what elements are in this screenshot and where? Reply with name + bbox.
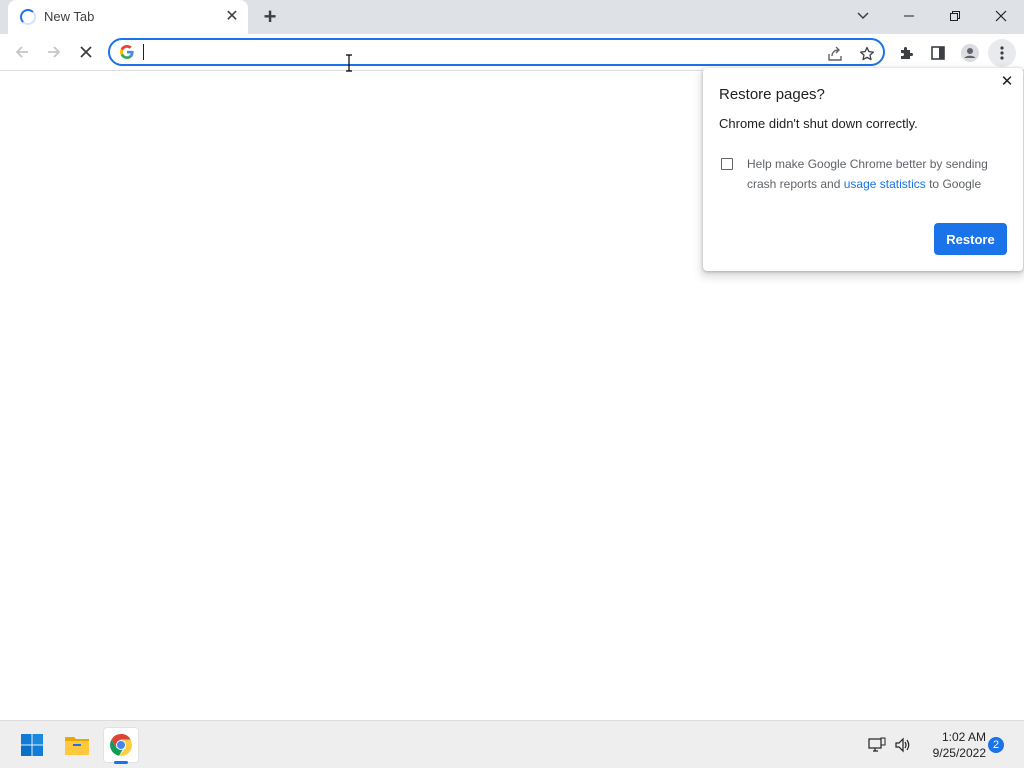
chevron-down-icon [857, 12, 869, 20]
notification-badge[interactable]: 2 [988, 737, 1004, 753]
file-explorer-button[interactable] [59, 727, 95, 763]
stop-loading-button[interactable] [72, 38, 100, 66]
forward-arrow-icon [48, 46, 61, 58]
checkbox-label-suffix: to Google [925, 177, 982, 191]
star-icon [859, 46, 875, 61]
restore-pages-dialog: ✕ Restore pages? Chrome didn't shut down… [703, 68, 1023, 271]
running-indicator [114, 761, 128, 764]
share-button[interactable] [825, 44, 845, 64]
chrome-icon [110, 734, 132, 756]
close-window-button[interactable] [978, 0, 1024, 32]
dialog-title: Restore pages? [719, 86, 825, 103]
network-icon [868, 737, 886, 752]
more-vert-icon [1000, 46, 1004, 60]
stop-icon [80, 46, 92, 58]
restore-window-button[interactable] [932, 0, 978, 32]
file-explorer-icon [65, 737, 89, 755]
clock[interactable]: 1:02 AM 9/25/2022 [918, 729, 986, 761]
volume-button[interactable] [888, 727, 918, 763]
share-icon [828, 46, 842, 61]
tab-search-button[interactable] [840, 0, 886, 32]
side-panel-button[interactable] [924, 39, 952, 67]
volume-icon [895, 737, 910, 753]
taskbar: 1:02 AM 9/25/2022 2 [0, 720, 1024, 768]
tab-strip: New Tab ✕ + [0, 0, 1024, 34]
text-caret [143, 44, 144, 60]
close-icon [995, 10, 1007, 22]
dialog-message: Chrome didn't shut down correctly. [719, 116, 918, 131]
puzzle-icon [901, 47, 913, 59]
forward-button[interactable] [40, 38, 68, 66]
google-g-icon [120, 45, 134, 59]
minimize-icon [904, 15, 914, 17]
start-icon [21, 734, 43, 756]
side-panel-icon [931, 46, 945, 60]
tab-close-button[interactable]: ✕ [222, 7, 242, 27]
crash-reports-checkbox[interactable] [721, 158, 733, 170]
avatar-icon [961, 44, 979, 62]
dialog-close-button[interactable]: ✕ [999, 74, 1015, 90]
chrome-taskbar-button[interactable] [103, 727, 139, 763]
restore-window-icon [950, 11, 960, 21]
start-button[interactable] [14, 727, 50, 763]
clock-time: 1:02 AM [941, 730, 986, 744]
new-tab-button[interactable]: + [258, 6, 282, 28]
clock-date: 9/25/2022 [932, 746, 986, 760]
loading-spinner-icon [20, 9, 36, 25]
address-input[interactable] [142, 43, 802, 61]
profile-button[interactable] [956, 39, 984, 67]
usage-statistics-link[interactable]: usage statistics [844, 177, 926, 191]
restore-button[interactable]: Restore [934, 223, 1007, 255]
chrome-menu-button[interactable] [988, 39, 1016, 67]
back-arrow-icon [15, 46, 28, 58]
minimize-button[interactable] [886, 0, 932, 32]
bookmark-star-button[interactable] [857, 44, 877, 64]
back-button[interactable] [8, 38, 36, 66]
extensions-button[interactable] [892, 39, 920, 67]
toolbar [0, 34, 1024, 71]
address-bar[interactable] [108, 38, 885, 66]
tab-title: New Tab [44, 9, 95, 24]
tab-new-tab[interactable]: New Tab ✕ [8, 0, 248, 34]
checkbox-label: Help make Google Chrome better by sendin… [747, 154, 1007, 194]
ibeam-cursor-icon [346, 54, 352, 72]
